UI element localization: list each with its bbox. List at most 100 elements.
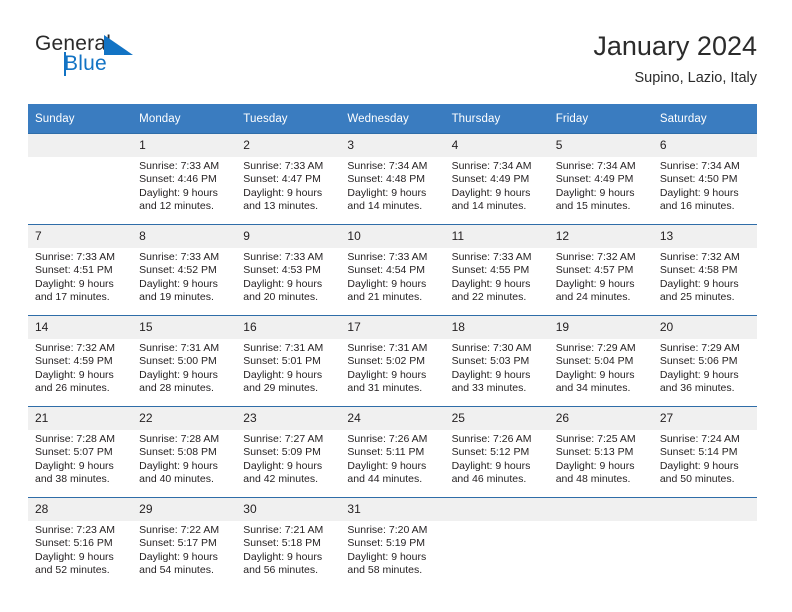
day-details: Sunrise: 7:33 AM Sunset: 4:53 PM Daylight:… bbox=[236, 248, 340, 305]
calendar-day-cell[interactable]: 5 Sunrise: 7:34 AM Sunset: 4:49 PM Daylight… bbox=[548, 133, 653, 225]
sunrise-text: Sunrise: 7:27 AM bbox=[243, 433, 324, 445]
day-number bbox=[28, 134, 133, 157]
sunset-text: Sunset: 4:52 PM bbox=[139, 264, 217, 277]
sunset-text: Sunset: 5:14 PM bbox=[659, 446, 738, 459]
day-number: 12 bbox=[548, 225, 653, 248]
calendar-day-cell[interactable]: 3 Sunrise: 7:34 AM Sunset: 4:48 PM Daylight… bbox=[340, 133, 445, 225]
calendar-day-cell[interactable]: 20 Sunrise: 7:29 AM Sunset: 5:06 PM Dayligh… bbox=[652, 315, 757, 407]
calendar-day-cell[interactable]: 23 Sunrise: 7:27 AM Sunset: 5:09 PM Dayligh… bbox=[236, 406, 341, 498]
calendar-day-cell[interactable]: 30 Sunrise: 7:21 AM Sunset: 5:18 PM Dayligh… bbox=[236, 497, 341, 588]
daylight-text-line1: Daylight: 9 hours bbox=[555, 277, 635, 290]
daylight-text-line1: Daylight: 9 hours bbox=[347, 459, 427, 472]
daylight-text-line1: Daylight: 9 hours bbox=[347, 368, 427, 381]
daylight-text-line2: and 25 minutes. bbox=[659, 291, 735, 304]
weekday-header-row: Sunday Monday Tuesday Wednesday Thursday… bbox=[28, 104, 757, 134]
calendar-day-cell[interactable]: 10 Sunrise: 7:33 AM Sunset: 4:54 PM Dayligh… bbox=[340, 224, 445, 316]
sunrise-text: Sunrise: 7:33 AM bbox=[35, 251, 115, 263]
day-number: 5 bbox=[548, 134, 653, 157]
daylight-text-line2: and 13 minutes. bbox=[243, 200, 318, 213]
calendar-day-cell[interactable]: 11 Sunrise: 7:33 AM Sunset: 4:55 PM Dayligh… bbox=[444, 224, 549, 316]
sunrise-text: Sunrise: 7:26 AM bbox=[347, 433, 428, 445]
sunset-text: Sunset: 4:55 PM bbox=[451, 264, 530, 277]
sunrise-text: Sunrise: 7:33 AM bbox=[243, 160, 324, 172]
calendar-day-cell[interactable]: 31 Sunrise: 7:20 AM Sunset: 5:19 PM Dayligh… bbox=[340, 497, 445, 588]
sunrise-text: Sunrise: 7:30 AM bbox=[451, 342, 532, 354]
calendar-body: 1 Sunrise: 7:33 AM Sunset: 4:46 PM Daylight… bbox=[28, 133, 757, 588]
calendar-day-cell[interactable]: 9 Sunrise: 7:33 AM Sunset: 4:53 PM Daylight… bbox=[236, 224, 341, 316]
calendar-day-cell[interactable]: 14 Sunrise: 7:32 AM Sunset: 4:59 PM Dayligh… bbox=[28, 315, 133, 407]
calendar-day-cell[interactable]: 8 Sunrise: 7:33 AM Sunset: 4:52 PM Daylight… bbox=[132, 224, 237, 316]
day-number: 20 bbox=[652, 316, 757, 339]
sunrise-text: Sunrise: 7:20 AM bbox=[347, 524, 428, 536]
sunset-text: Sunset: 5:00 PM bbox=[139, 355, 217, 368]
calendar-day-cell[interactable]: 28 Sunrise: 7:23 AM Sunset: 5:16 PM Dayligh… bbox=[28, 497, 133, 588]
sunrise-text: Sunrise: 7:33 AM bbox=[139, 160, 220, 172]
daylight-text-line1: Daylight: 9 hours bbox=[243, 368, 323, 381]
weekday-header-friday: Friday bbox=[548, 104, 653, 134]
calendar-day-cell[interactable]: 13 Sunrise: 7:32 AM Sunset: 4:58 PM Dayligh… bbox=[652, 224, 757, 316]
sunrise-text: Sunrise: 7:34 AM bbox=[555, 160, 636, 172]
sunset-text: Sunset: 5:13 PM bbox=[555, 446, 634, 459]
day-details: Sunrise: 7:34 AM Sunset: 4:49 PM Daylight:… bbox=[445, 157, 549, 214]
daylight-text-line1: Daylight: 9 hours bbox=[347, 186, 427, 199]
sunrise-text: Sunrise: 7:34 AM bbox=[451, 160, 532, 172]
sunrise-text: Sunrise: 7:23 AM bbox=[35, 524, 115, 536]
sunrise-text: Sunrise: 7:24 AM bbox=[659, 433, 740, 445]
day-details: Sunrise: 7:31 AM Sunset: 5:01 PM Daylight:… bbox=[236, 339, 340, 396]
sunset-text: Sunset: 4:49 PM bbox=[555, 173, 634, 186]
day-number: 19 bbox=[548, 316, 653, 339]
daylight-text-line2: and 46 minutes. bbox=[451, 473, 527, 486]
sunset-text: Sunset: 5:07 PM bbox=[35, 446, 113, 459]
sunrise-text: Sunrise: 7:29 AM bbox=[555, 342, 636, 354]
sunset-text: Sunset: 5:02 PM bbox=[347, 355, 426, 368]
day-details: Sunrise: 7:30 AM Sunset: 5:03 PM Daylight:… bbox=[445, 339, 549, 396]
day-number: 24 bbox=[340, 407, 445, 430]
daylight-text-line2: and 14 minutes. bbox=[347, 200, 423, 213]
day-number bbox=[652, 498, 757, 521]
daylight-text-line2: and 40 minutes. bbox=[139, 473, 214, 486]
calendar-day-cell[interactable]: 17 Sunrise: 7:31 AM Sunset: 5:02 PM Dayligh… bbox=[340, 315, 445, 407]
weekday-header-tuesday: Tuesday bbox=[236, 104, 341, 134]
calendar-day-cell[interactable]: 27 Sunrise: 7:24 AM Sunset: 5:14 PM Dayligh… bbox=[652, 406, 757, 498]
calendar-day-cell[interactable]: 22 Sunrise: 7:28 AM Sunset: 5:08 PM Dayligh… bbox=[132, 406, 237, 498]
sunset-text: Sunset: 4:48 PM bbox=[347, 173, 426, 186]
sunset-text: Sunset: 4:58 PM bbox=[659, 264, 738, 277]
daylight-text-line1: Daylight: 9 hours bbox=[139, 550, 218, 563]
calendar-empty-cell bbox=[28, 133, 133, 225]
day-number: 17 bbox=[340, 316, 445, 339]
daylight-text-line1: Daylight: 9 hours bbox=[243, 550, 323, 563]
calendar-day-cell[interactable]: 12 Sunrise: 7:32 AM Sunset: 4:57 PM Dayligh… bbox=[548, 224, 653, 316]
daylight-text-line2: and 34 minutes. bbox=[555, 382, 631, 395]
day-details: Sunrise: 7:27 AM Sunset: 5:09 PM Daylight:… bbox=[236, 430, 340, 487]
calendar-day-cell[interactable]: 19 Sunrise: 7:29 AM Sunset: 5:04 PM Dayligh… bbox=[548, 315, 653, 407]
calendar-day-cell[interactable]: 21 Sunrise: 7:28 AM Sunset: 5:07 PM Dayligh… bbox=[28, 406, 133, 498]
day-details: Sunrise: 7:33 AM Sunset: 4:51 PM Daylight:… bbox=[28, 248, 132, 305]
calendar-day-cell[interactable]: 4 Sunrise: 7:34 AM Sunset: 4:49 PM Daylight… bbox=[444, 133, 549, 225]
calendar-day-cell[interactable]: 15 Sunrise: 7:31 AM Sunset: 5:00 PM Dayligh… bbox=[132, 315, 237, 407]
sunrise-text: Sunrise: 7:29 AM bbox=[659, 342, 740, 354]
daylight-text-line1: Daylight: 9 hours bbox=[659, 368, 739, 381]
day-details: Sunrise: 7:23 AM Sunset: 5:16 PM Daylight:… bbox=[28, 521, 132, 578]
brand-logo[interactable]: General Blue bbox=[35, 30, 235, 90]
day-number: 21 bbox=[28, 407, 133, 430]
calendar-day-cell[interactable]: 24 Sunrise: 7:26 AM Sunset: 5:11 PM Dayligh… bbox=[340, 406, 445, 498]
calendar-day-cell[interactable]: 25 Sunrise: 7:26 AM Sunset: 5:12 PM Dayligh… bbox=[444, 406, 549, 498]
sunrise-text: Sunrise: 7:31 AM bbox=[139, 342, 220, 354]
daylight-text-line2: and 58 minutes. bbox=[347, 564, 423, 577]
calendar-day-cell[interactable]: 2 Sunrise: 7:33 AM Sunset: 4:47 PM Daylight… bbox=[236, 133, 341, 225]
day-details: Sunrise: 7:32 AM Sunset: 4:58 PM Daylight:… bbox=[653, 248, 757, 305]
sunset-text: Sunset: 4:46 PM bbox=[139, 173, 217, 186]
day-details: Sunrise: 7:26 AM Sunset: 5:11 PM Daylight:… bbox=[340, 430, 444, 487]
day-number: 14 bbox=[28, 316, 133, 339]
calendar-day-cell[interactable]: 29 Sunrise: 7:22 AM Sunset: 5:17 PM Dayligh… bbox=[132, 497, 237, 588]
calendar-day-cell[interactable]: 26 Sunrise: 7:25 AM Sunset: 5:13 PM Dayligh… bbox=[548, 406, 653, 498]
daylight-text-line2: and 24 minutes. bbox=[555, 291, 631, 304]
calendar-day-cell[interactable]: 6 Sunrise: 7:34 AM Sunset: 4:50 PM Daylight… bbox=[652, 133, 757, 225]
daylight-text-line1: Daylight: 9 hours bbox=[243, 277, 323, 290]
calendar-day-cell[interactable]: 18 Sunrise: 7:30 AM Sunset: 5:03 PM Dayligh… bbox=[444, 315, 549, 407]
calendar-day-cell[interactable]: 7 Sunrise: 7:33 AM Sunset: 4:51 PM Daylight… bbox=[28, 224, 133, 316]
sunrise-text: Sunrise: 7:25 AM bbox=[555, 433, 636, 445]
calendar-day-cell[interactable]: 16 Sunrise: 7:31 AM Sunset: 5:01 PM Dayligh… bbox=[236, 315, 341, 407]
daylight-text-line2: and 29 minutes. bbox=[243, 382, 318, 395]
calendar-day-cell[interactable]: 1 Sunrise: 7:33 AM Sunset: 4:46 PM Daylight… bbox=[132, 133, 237, 225]
